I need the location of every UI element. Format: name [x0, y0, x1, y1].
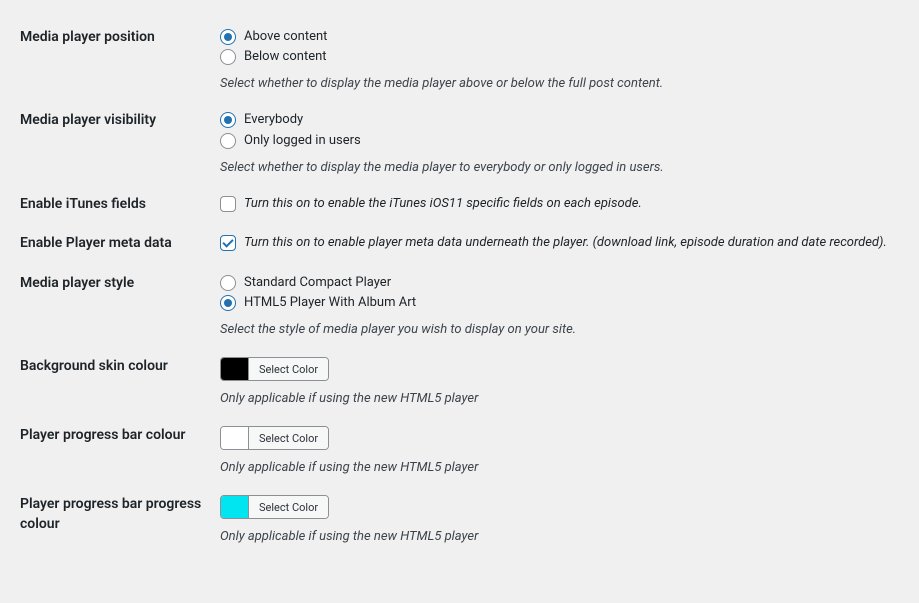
help-background-skin-colour: Only applicable if using the new HTML5 p…: [220, 391, 899, 406]
description-media-player-visibility: Select whether to display the media play…: [220, 160, 899, 175]
select-color-button-progress-bar[interactable]: Select Color: [249, 427, 328, 449]
radio-above-content[interactable]: [220, 29, 236, 45]
field-enable-itunes: Enable iTunes fields Turn this on to ena…: [20, 177, 899, 217]
checkbox-option-enable-itunes[interactable]: Turn this on to enable the iTunes iOS11 …: [220, 195, 899, 213]
color-swatch-progress-bar[interactable]: [221, 427, 249, 449]
radio-html5-player[interactable]: [220, 295, 236, 311]
field-media-player-position: Media player position Above content Belo…: [20, 10, 899, 93]
label-progress-bar-progress-colour: Player progress bar progress colour: [20, 495, 220, 534]
field-media-player-style: Media player style Standard Compact Play…: [20, 256, 899, 339]
label-media-player-visibility: Media player visibility: [20, 111, 220, 131]
field-progress-bar-progress-colour: Player progress bar progress colour Sele…: [20, 477, 899, 546]
color-picker-progress-bar[interactable]: Select Color: [220, 426, 329, 450]
select-color-button-background-skin[interactable]: Select Color: [249, 358, 328, 380]
label-enable-player-meta: Enable Player meta data: [20, 234, 220, 254]
label-progress-bar-colour: Player progress bar colour: [20, 426, 220, 446]
color-picker-progress-bar-progress[interactable]: Select Color: [220, 495, 329, 519]
help-progress-bar-colour: Only applicable if using the new HTML5 p…: [220, 460, 899, 475]
radio-label-logged-in: Only logged in users: [244, 132, 361, 150]
checkbox-enable-itunes[interactable]: [220, 196, 236, 212]
radio-option-below-content[interactable]: Below content: [220, 48, 899, 66]
help-progress-bar-progress-colour: Only applicable if using the new HTML5 p…: [220, 529, 899, 544]
radio-label-html5-player: HTML5 Player With Album Art: [244, 294, 416, 312]
radio-option-logged-in[interactable]: Only logged in users: [220, 132, 899, 150]
radio-label-standard-player: Standard Compact Player: [244, 274, 391, 292]
radio-option-html5-player[interactable]: HTML5 Player With Album Art: [220, 294, 899, 312]
field-background-skin-colour: Background skin colour Select Color Only…: [20, 339, 899, 408]
radio-below-content[interactable]: [220, 49, 236, 65]
field-enable-player-meta: Enable Player meta data Turn this on to …: [20, 216, 899, 256]
checkbox-option-enable-player-meta[interactable]: Turn this on to enable player meta data …: [220, 234, 899, 252]
radio-label-below-content: Below content: [244, 48, 327, 66]
field-progress-bar-colour: Player progress bar colour Select Color …: [20, 408, 899, 477]
checkbox-enable-player-meta[interactable]: [220, 235, 236, 251]
checkbox-label-enable-player-meta: Turn this on to enable player meta data …: [244, 234, 887, 252]
radio-logged-in[interactable]: [220, 133, 236, 149]
radio-everybody[interactable]: [220, 112, 236, 128]
label-media-player-style: Media player style: [20, 274, 220, 294]
radio-option-everybody[interactable]: Everybody: [220, 111, 899, 129]
label-enable-itunes: Enable iTunes fields: [20, 195, 220, 215]
radio-option-above-content[interactable]: Above content: [220, 28, 899, 46]
select-color-button-progress-bar-progress[interactable]: Select Color: [249, 496, 328, 518]
label-media-player-position: Media player position: [20, 28, 220, 48]
color-swatch-background-skin[interactable]: [221, 358, 249, 380]
label-background-skin-colour: Background skin colour: [20, 357, 220, 377]
color-swatch-progress-bar-progress[interactable]: [221, 496, 249, 518]
radio-label-above-content: Above content: [244, 28, 327, 46]
radio-option-standard-player[interactable]: Standard Compact Player: [220, 274, 899, 292]
radio-label-everybody: Everybody: [244, 111, 303, 129]
radio-standard-player[interactable]: [220, 275, 236, 291]
description-media-player-position: Select whether to display the media play…: [220, 76, 899, 91]
description-media-player-style: Select the style of media player you wis…: [220, 322, 899, 337]
checkbox-label-enable-itunes: Turn this on to enable the iTunes iOS11 …: [244, 195, 642, 213]
field-media-player-visibility: Media player visibility Everybody Only l…: [20, 93, 899, 176]
color-picker-background-skin[interactable]: Select Color: [220, 357, 329, 381]
